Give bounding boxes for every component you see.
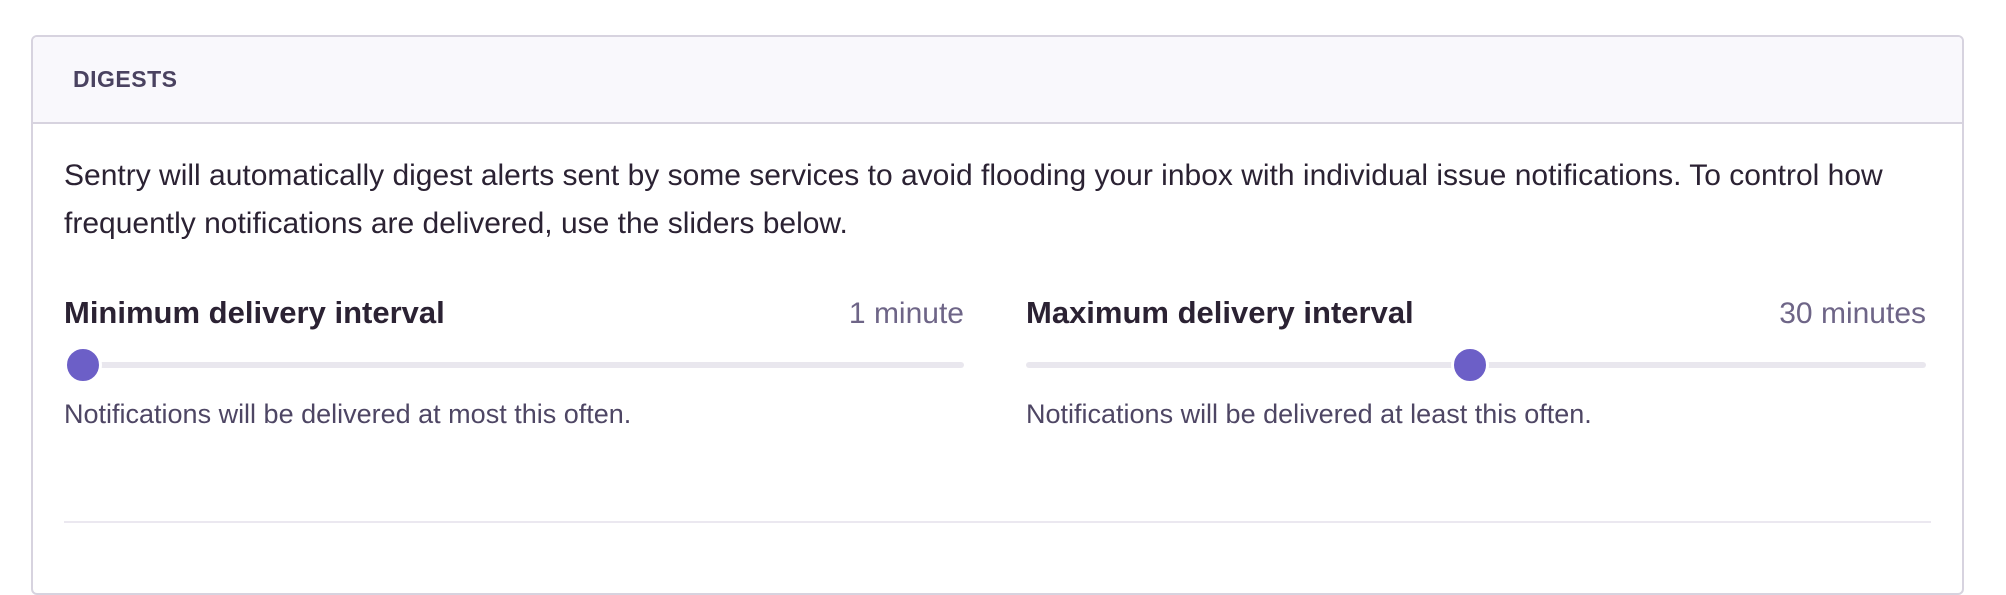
panel-description: Sentry will automatically digest alerts …: [64, 159, 1883, 240]
section-divider: [64, 521, 1931, 523]
field-header: Minimum delivery interval 1 minute: [64, 295, 964, 335]
panel-title: DIGESTS: [73, 66, 178, 92]
max-delivery-interval-slider[interactable]: [1026, 346, 1926, 384]
min-delivery-interval-field: Minimum delivery interval 1 minute Notif…: [64, 295, 964, 430]
field-header: Maximum delivery interval 30 minutes: [1026, 295, 1926, 335]
slider-thumb[interactable]: [64, 346, 102, 384]
max-delivery-interval-field: Maximum delivery interval 30 minutes Not…: [1026, 295, 1926, 430]
slider-track[interactable]: [64, 362, 964, 368]
digests-panel: DIGESTS Sentry will automatically digest…: [31, 35, 1964, 595]
min-delivery-interval-value: 1 minute: [848, 297, 964, 330]
max-delivery-interval-help: Notifications will be delivered at least…: [1026, 399, 1592, 429]
slider-thumb[interactable]: [1451, 346, 1489, 384]
min-delivery-interval-label: Minimum delivery interval: [64, 295, 445, 330]
min-delivery-interval-help: Notifications will be delivered at most …: [64, 399, 632, 429]
max-delivery-interval-label: Maximum delivery interval: [1026, 295, 1414, 330]
panel-header: DIGESTS: [33, 37, 1962, 124]
min-delivery-interval-slider[interactable]: [64, 346, 964, 384]
max-delivery-interval-value: 30 minutes: [1779, 297, 1926, 330]
